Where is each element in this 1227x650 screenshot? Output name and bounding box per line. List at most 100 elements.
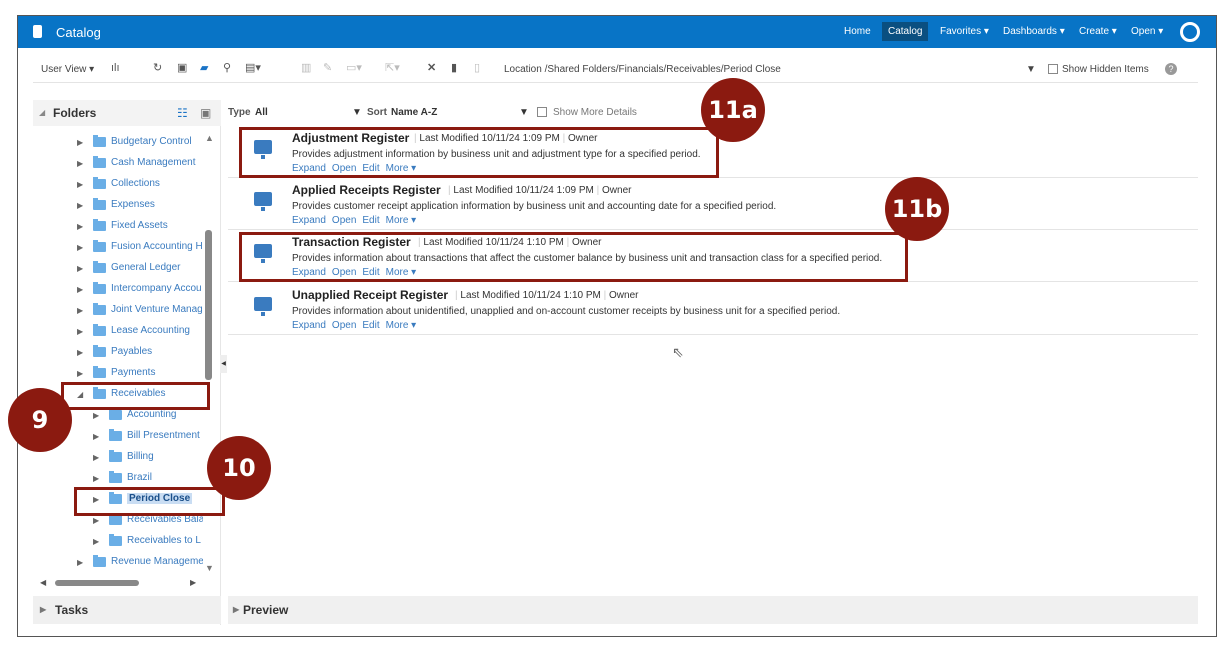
report-icon[interactable] <box>254 297 272 316</box>
folder-icon <box>109 534 122 546</box>
expand-arrow-icon[interactable]: ▶ <box>77 180 83 189</box>
folder-tree-item[interactable]: ▶ Budgetary Control <box>33 134 203 152</box>
sort-dropdown[interactable]: Name A-Z <box>391 107 437 118</box>
folder-tree-item[interactable]: ▶ Brazil <box>33 470 203 488</box>
type-dropdown[interactable]: All <box>255 107 268 118</box>
expand-arrow-icon[interactable]: ▶ <box>77 222 83 231</box>
expand-arrow-icon[interactable]: ▶ <box>93 537 99 546</box>
user-avatar-icon[interactable] <box>1180 22 1200 42</box>
vertical-scrollbar[interactable] <box>205 230 212 380</box>
folder-tree-item[interactable]: ▶ Receivables to L <box>33 533 203 551</box>
scroll-right-icon[interactable]: ▶ <box>190 578 196 587</box>
nav-favorites[interactable]: Favorites ▾ <box>940 26 989 37</box>
view-icon[interactable]: ılı <box>111 63 122 74</box>
expand-link[interactable]: Expand <box>292 320 326 331</box>
nav-home[interactable]: Home <box>844 26 871 37</box>
expand-arrow-icon[interactable]: ▶ <box>93 516 99 525</box>
folder-tree-item[interactable]: ▶ Lease Accounting <box>33 323 203 341</box>
folder-tree-item[interactable]: ▶ Cash Management <box>33 155 203 173</box>
expand-link[interactable]: Expand <box>292 215 326 226</box>
archive-icon[interactable]: ▤▾ <box>245 63 261 74</box>
export-icon[interactable]: ⇱▾ <box>385 63 400 74</box>
folder-tree-item[interactable]: ▶ Intercompany Accou <box>33 281 203 299</box>
horizontal-scrollbar[interactable] <box>55 580 139 586</box>
refresh-icon[interactable]: ↻ <box>153 63 164 74</box>
folder-tree-item[interactable]: ▶ Payables <box>33 344 203 362</box>
nav-open[interactable]: Open ▾ <box>1131 26 1163 37</box>
scroll-down-icon[interactable]: ▼ <box>205 563 214 573</box>
expand-arrow-icon[interactable]: ▶ <box>77 243 83 252</box>
sort-dropdown-icon[interactable]: ▼ <box>519 107 529 118</box>
folder-tree-item[interactable]: ▶ Billing <box>33 449 203 467</box>
folder-label: Payments <box>111 367 156 378</box>
annotation-box-10 <box>74 487 225 516</box>
expand-arrow-icon[interactable]: ▶ <box>77 285 83 294</box>
show-hidden-checkbox[interactable] <box>1048 64 1058 74</box>
scroll-up-icon[interactable]: ▲ <box>205 133 214 143</box>
expand-arrow-icon[interactable]: ▶ <box>93 453 99 462</box>
report-icon[interactable] <box>254 192 272 211</box>
folder-tree-item[interactable]: ▶ Joint Venture Manag <box>33 302 203 320</box>
help-icon[interactable]: ? <box>1165 63 1177 75</box>
paste-icon[interactable]: ▮ <box>451 63 462 74</box>
edit-link[interactable]: Edit <box>362 320 379 331</box>
expand-arrow-icon[interactable]: ▶ <box>77 201 83 210</box>
collapse-icon[interactable]: ◢ <box>39 108 45 117</box>
new-folder-icon[interactable]: ▰ <box>200 63 211 74</box>
search-icon[interactable]: ⚲ <box>223 63 234 74</box>
expand-arrow-icon[interactable]: ▶ <box>77 138 83 147</box>
folder-tree-item[interactable]: ▶ Revenue Manageme <box>33 554 203 572</box>
open-link[interactable]: Open <box>332 320 356 331</box>
expand-arrow-icon[interactable]: ▶ <box>77 348 83 357</box>
folder-icon <box>93 555 106 567</box>
expand-arrow-icon[interactable]: ▶ <box>77 159 83 168</box>
folder-up-icon[interactable]: ▣ <box>177 63 188 74</box>
mouse-cursor-icon: ⇖ <box>672 344 684 360</box>
item-name[interactable]: Unapplied Receipt Register <box>292 288 448 302</box>
folder-tree-item[interactable]: ▶ Expenses <box>33 197 203 215</box>
expand-arrow-icon[interactable]: ▶ <box>93 411 99 420</box>
folder-icon[interactable]: ▣ <box>200 106 211 120</box>
expand-tasks-icon[interactable]: ▶ <box>40 605 46 614</box>
expand-preview-icon[interactable]: ▶ <box>233 605 239 614</box>
folder-tree-item[interactable]: ▶ Payments <box>33 365 203 383</box>
folder-label: Brazil <box>127 472 153 483</box>
expand-arrow-icon[interactable]: ▶ <box>77 306 83 315</box>
edit-icon[interactable]: ✎ <box>323 63 334 74</box>
type-dropdown-icon[interactable]: ▼ <box>352 107 362 118</box>
nav-dashboards[interactable]: Dashboards ▾ <box>1003 26 1065 37</box>
modified-text: Last Modified 10/11/24 1:09 PM <box>453 185 594 196</box>
folder-tree-item[interactable]: ▶ General Ledger <box>33 260 203 278</box>
location-path[interactable]: Location /Shared Folders/Financials/Rece… <box>504 64 781 75</box>
nav-create[interactable]: Create ▾ <box>1079 26 1117 37</box>
show-more-checkbox[interactable] <box>537 107 547 117</box>
expand-arrow-icon[interactable]: ▶ <box>77 264 83 273</box>
splitter-handle[interactable]: ◀ <box>220 355 227 373</box>
more-link[interactable]: More ▾ <box>386 215 417 226</box>
expand-arrow-icon[interactable]: ▶ <box>77 558 83 567</box>
tasks-panel[interactable]: ▶ Tasks <box>33 596 221 624</box>
expand-arrow-icon[interactable]: ▶ <box>77 327 83 336</box>
folder-tree-item[interactable]: ▶ Collections <box>33 176 203 194</box>
expand-arrow-icon[interactable]: ▶ <box>93 474 99 483</box>
tree-view-icon[interactable]: ☷ <box>177 106 188 120</box>
more-link[interactable]: More ▾ <box>386 320 417 331</box>
user-view-dropdown[interactable]: User View ▾ <box>41 64 94 75</box>
delete-icon[interactable]: ✕ <box>427 63 438 74</box>
folder-tree-item[interactable]: ▶ Fixed Assets <box>33 218 203 236</box>
properties-icon[interactable]: ▯ <box>474 63 485 74</box>
expand-arrow-icon[interactable]: ▶ <box>77 369 83 378</box>
folder-tree-item[interactable]: ▶ Fusion Accounting H <box>33 239 203 257</box>
location-dropdown-icon[interactable]: ▼ <box>1026 64 1036 75</box>
copy-icon[interactable]: ▥ <box>301 63 312 74</box>
edit-link[interactable]: Edit <box>362 215 379 226</box>
annotation-badge-9: 9 <box>8 388 72 452</box>
expand-arrow-icon[interactable]: ▶ <box>93 432 99 441</box>
nav-catalog[interactable]: Catalog <box>882 22 929 41</box>
item-name[interactable]: Applied Receipts Register <box>292 183 441 197</box>
open-link[interactable]: Open <box>332 215 356 226</box>
scroll-left-icon[interactable]: ◀ <box>40 578 46 587</box>
item-description: Provides information about unidentified,… <box>292 306 841 317</box>
preview-panel[interactable]: ▶ Preview <box>228 596 1198 624</box>
print-icon[interactable]: ▭▾ <box>346 63 362 74</box>
